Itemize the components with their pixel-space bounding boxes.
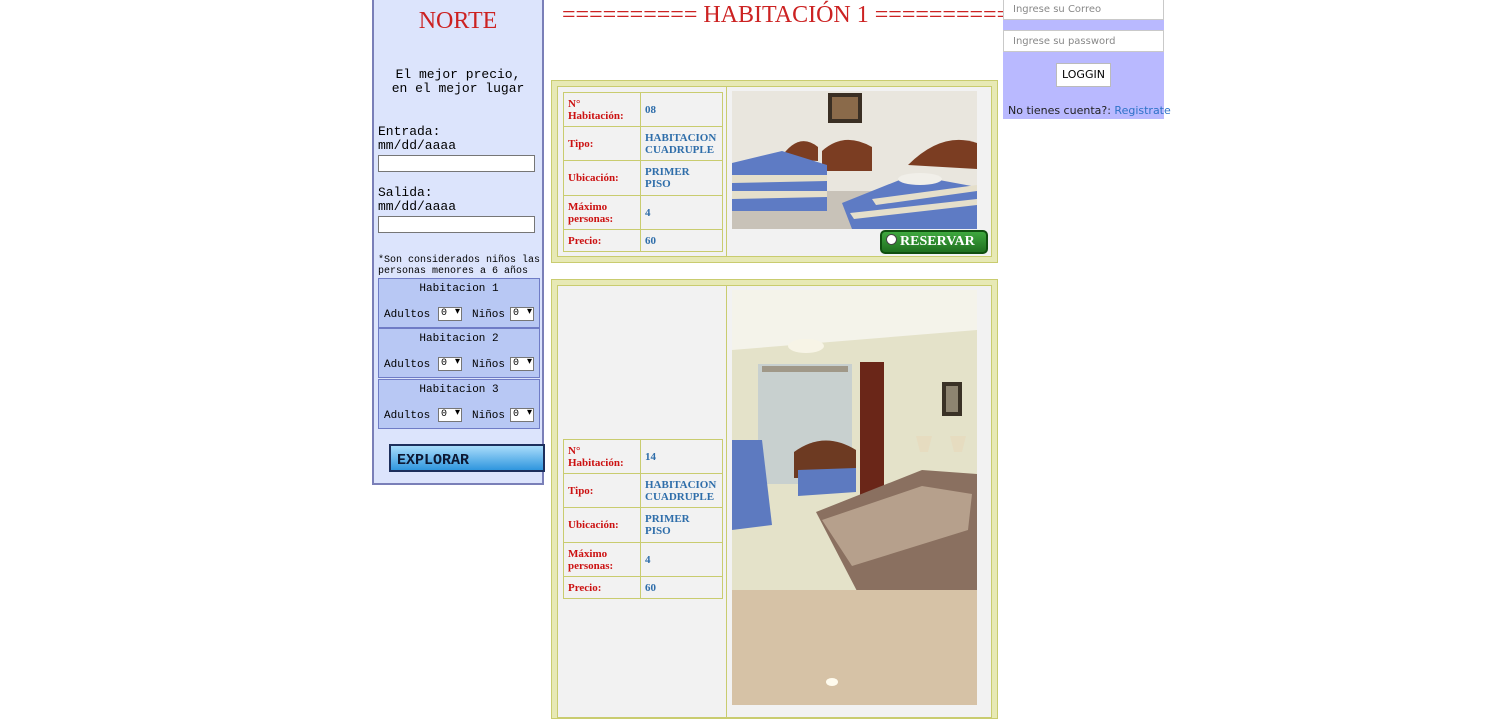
checkout-format: mm/dd/aaaa xyxy=(378,199,457,214)
search-panel: ====== ====== NORTE El mejor precio, en … xyxy=(372,0,545,485)
room-number-label: N° Habitación: xyxy=(563,439,641,474)
adults-select[interactable]: 0 xyxy=(438,408,462,422)
room-card: N° Habitación: 08 Tipo: HABITACION CUADRUP… xyxy=(551,80,998,263)
table-row: N° Habitación: 14 xyxy=(563,439,723,474)
table-row: Máximo personas: 4 xyxy=(563,542,723,577)
register-link[interactable]: Registrate xyxy=(1114,104,1170,117)
table-row: Precio: 60 xyxy=(563,576,723,599)
slogan-line-1: El mejor precio, xyxy=(395,67,521,82)
room-max-people-label: Máximo personas: xyxy=(563,195,641,230)
reserve-button[interactable]: RESERVAR xyxy=(880,230,988,254)
adults-select[interactable]: 0 xyxy=(438,357,462,371)
room-price-label: Precio: xyxy=(563,576,641,599)
room-selector-title: Habitacion 3 xyxy=(419,384,499,396)
room-selector-2: Habitacion 2 Adultos 0 Niños 0 xyxy=(378,328,540,378)
room-info-table: N° Habitación: 14 Tipo: HABITACION CUADRUP… xyxy=(563,439,723,599)
room-photo xyxy=(732,91,977,229)
room-selector-3: Habitacion 3 Adultos 0 Niños 0 xyxy=(378,379,540,429)
checkin-input[interactable] xyxy=(378,155,535,172)
room-number-value: 08 xyxy=(640,92,723,127)
checkin-format: mm/dd/aaaa xyxy=(378,138,457,153)
room-card-inner: N° Habitación: 08 Tipo: HABITACION CUADRUP… xyxy=(557,86,992,257)
table-row: Tipo: HABITACION CUADRUPLE xyxy=(563,126,723,161)
room-type-value: HABITACION CUADRUPLE xyxy=(640,473,723,508)
checkout-label-text: Salida: xyxy=(378,185,433,200)
adults-select[interactable]: 0 xyxy=(438,307,462,321)
adults-label: Adultos xyxy=(384,410,431,422)
room-card-inner: N° Habitación: 14 Tipo: HABITACION CUADRUP… xyxy=(557,285,992,718)
login-panel: Ingrese su Correo Ingrese su password LO… xyxy=(1003,0,1171,119)
divider xyxy=(726,87,727,256)
brand-title: NORTE xyxy=(418,8,498,34)
email-input[interactable]: Ingrese su Correo xyxy=(1003,0,1164,20)
slogan: El mejor precio, en el mejor lugar xyxy=(374,68,542,96)
room-price-value: 60 xyxy=(640,576,723,599)
room-location-label: Ubicación: xyxy=(563,507,641,543)
table-row: Ubicación: PRIMER PISO xyxy=(563,507,723,543)
no-account-text: No tienes cuenta?: Registrate xyxy=(1008,104,1171,117)
room-max-people-value: 4 xyxy=(640,195,723,230)
checkin-label-text: Entrada: xyxy=(378,124,441,139)
table-row: Tipo: HABITACION CUADRUPLE xyxy=(563,473,723,508)
room-location-value: PRIMER PISO xyxy=(640,507,723,543)
room-max-people-value: 4 xyxy=(640,542,723,577)
page-heading: ========== HABITACIÓN 1 ========== xyxy=(562,2,1011,28)
room-card: N° Habitación: 14 Tipo: HABITACION CUADRUP… xyxy=(551,279,998,719)
room-selector-1: Habitacion 1 Adultos 0 Niños 0 xyxy=(378,278,540,328)
room-selector-title: Habitacion 1 xyxy=(419,283,499,295)
room-type-label: Tipo: xyxy=(563,473,641,508)
children-label: Niños xyxy=(472,410,506,422)
divider xyxy=(726,286,727,717)
children-note: *Son considerados niños las personas men… xyxy=(378,255,541,277)
reserve-button-label: RESERVAR xyxy=(900,234,975,249)
room-type-value: HABITACION CUADRUPLE xyxy=(640,126,723,161)
login-button[interactable]: LOGGIN xyxy=(1056,63,1111,87)
slogan-line-2: en el mejor lugar xyxy=(391,81,525,96)
room-number-value: 14 xyxy=(640,439,723,474)
table-row: Precio: 60 xyxy=(563,229,723,252)
room-selector-title: Habitacion 2 xyxy=(419,333,499,345)
children-select[interactable]: 0 xyxy=(510,408,534,422)
children-select[interactable]: 0 xyxy=(510,307,534,321)
children-label: Niños xyxy=(472,309,506,321)
explore-button[interactable]: EXPLORAR xyxy=(389,444,545,472)
room-type-label: Tipo: xyxy=(563,126,641,161)
children-select[interactable]: 0 xyxy=(510,357,534,371)
children-label: Niños xyxy=(472,359,506,371)
checkout-label: Salida: mm/dd/aaaa xyxy=(378,186,456,214)
room-price-value: 60 xyxy=(640,229,723,252)
password-input[interactable]: Ingrese su password xyxy=(1003,30,1164,52)
room-number-label: N° Habitación: xyxy=(563,92,641,127)
room-max-people-label: Máximo personas: xyxy=(563,542,641,577)
checkin-label: Entrada: mm/dd/aaaa xyxy=(378,125,456,153)
table-row: N° Habitación: 08 xyxy=(563,92,723,127)
room-location-value: PRIMER PISO xyxy=(640,160,723,196)
checkout-input[interactable] xyxy=(378,216,535,233)
room-price-label: Precio: xyxy=(563,229,641,252)
room-location-label: Ubicación: xyxy=(563,160,641,196)
adults-label: Adultos xyxy=(384,359,431,371)
radio-icon xyxy=(886,234,897,245)
table-row: Ubicación: PRIMER PISO xyxy=(563,160,723,196)
room-photo xyxy=(732,290,977,705)
adults-label: Adultos xyxy=(384,309,431,321)
table-row: Máximo personas: 4 xyxy=(563,195,723,230)
no-account-label: No tienes cuenta?: xyxy=(1008,104,1111,117)
room-info-table: N° Habitación: 08 Tipo: HABITACION CUADRUP… xyxy=(563,92,723,252)
